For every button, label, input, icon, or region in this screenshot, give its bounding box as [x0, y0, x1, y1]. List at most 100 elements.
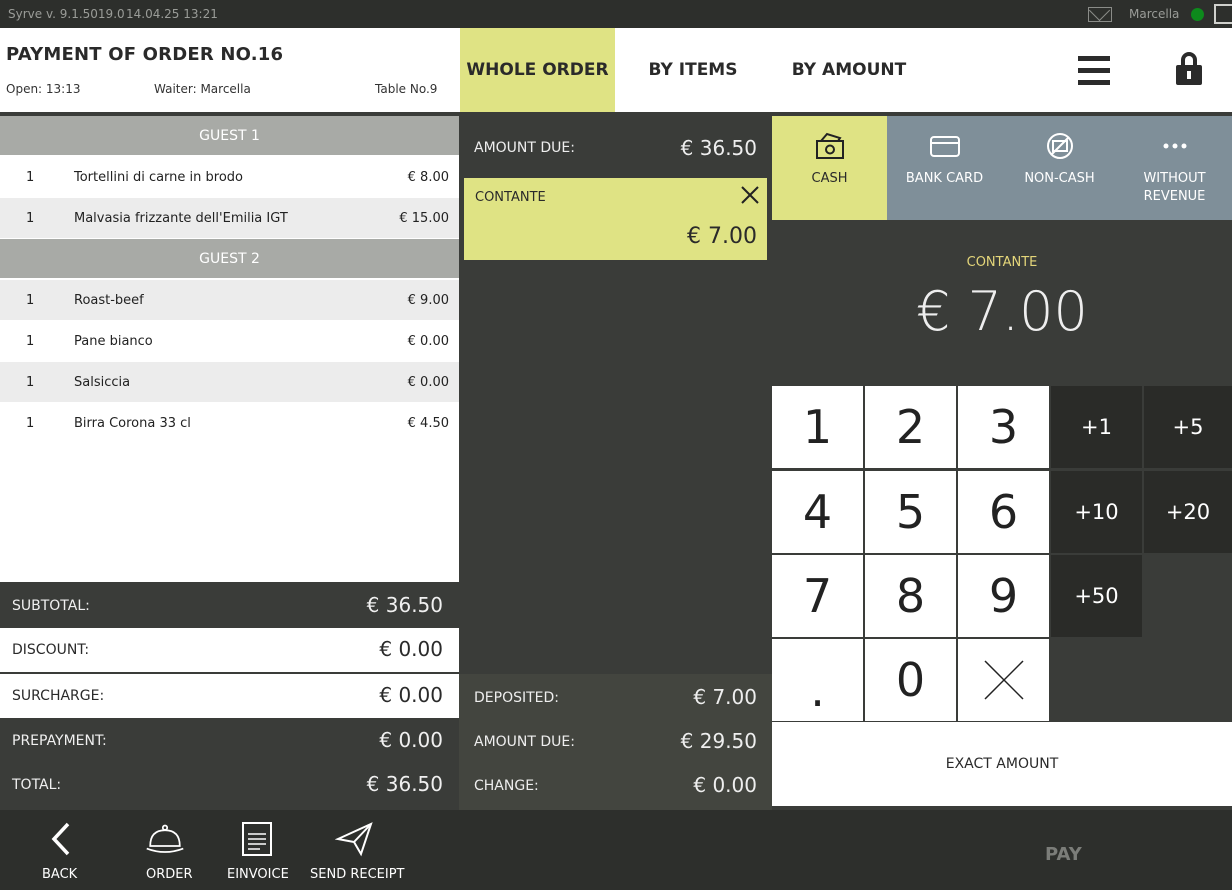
window-icon[interactable] — [1214, 4, 1232, 24]
pay-button[interactable]: PAY — [1045, 844, 1082, 865]
key-0[interactable]: 0 — [865, 639, 956, 721]
paytype-cash[interactable]: CASH — [772, 116, 887, 220]
key-6[interactable]: 6 — [958, 471, 1049, 553]
key-plus-50[interactable]: +50 — [1051, 555, 1142, 637]
paytype-label: CASH — [811, 171, 848, 186]
remaining-label: AMOUNT DUE: — [474, 734, 575, 750]
cloche-icon — [146, 824, 184, 853]
payment-entry[interactable]: CONTANTE € 7.00 — [464, 178, 767, 260]
close-icon[interactable] — [739, 184, 761, 206]
mail-icon[interactable] — [1088, 7, 1112, 22]
payment-summary: AMOUNT DUE: € 36.50 CONTANTE € 7.00 DEPO… — [459, 116, 772, 810]
paytype-without-revenue[interactable]: WITHOUT REVENUE — [1117, 116, 1232, 220]
list-item[interactable]: 1 Malvasia frizzante dell'Emilia IGT € 1… — [0, 198, 459, 238]
order-open-time: Open: 13:13 — [6, 82, 81, 96]
amount-display-value: € 7.00 — [916, 280, 1088, 343]
list-item[interactable]: 1 Roast-beef € 9.00 — [0, 280, 459, 320]
menu-icon[interactable] — [1078, 56, 1110, 86]
bottom-toolbar: BACK ORDER EINVOICE SEND RECEIPT PAY — [0, 810, 1232, 890]
surcharge-row[interactable]: SURCHARGE: € 0.00 — [0, 674, 459, 718]
tab-by-amount[interactable]: BY AMOUNT — [771, 28, 927, 112]
amount-due-value: € 36.50 — [680, 136, 757, 160]
key-9[interactable]: 9 — [958, 555, 1049, 637]
item-qty: 1 — [26, 334, 35, 349]
back-arrow-icon — [51, 822, 70, 856]
lock-icon[interactable] — [1176, 52, 1202, 86]
item-name: Pane bianco — [74, 334, 153, 349]
change-row: CHANGE: € 0.00 — [459, 762, 772, 806]
list-item[interactable]: 1 Pane bianco € 0.00 — [0, 321, 459, 361]
current-user: Marcella — [1129, 7, 1180, 21]
item-name: Birra Corona 33 cl — [74, 416, 191, 431]
guest-header[interactable]: GUEST 1 — [0, 116, 459, 155]
connection-status-icon — [1191, 8, 1204, 21]
exact-amount-button[interactable]: EXACT AMOUNT — [772, 722, 1232, 806]
paytype-label: NON-CASH — [1024, 171, 1095, 186]
item-name: Salsiccia — [74, 375, 131, 390]
key-plus-20[interactable]: +20 — [1144, 471, 1232, 553]
paytype-non-cash[interactable]: NON-CASH — [1002, 116, 1117, 220]
surcharge-label: SURCHARGE: — [12, 688, 105, 704]
key-2[interactable]: 2 — [865, 386, 956, 468]
paper-plane-icon — [335, 822, 373, 857]
order-button[interactable]: ORDER — [140, 810, 194, 890]
status-datetime: 14.04.25 13:21 — [126, 7, 218, 21]
status-bar: Syrve v. 9.1.5019.0 14.04.25 13:21 Marce… — [0, 0, 1232, 28]
back-button[interactable]: BACK — [38, 810, 80, 890]
send-receipt-label: SEND RECEIPT — [310, 867, 405, 882]
tab-whole-order[interactable]: WHOLE ORDER — [460, 28, 615, 112]
guest-header[interactable]: GUEST 2 — [0, 239, 459, 278]
item-name: Tortellini di carne in brodo — [74, 170, 243, 185]
back-label: BACK — [42, 867, 78, 882]
key-3[interactable]: 3 — [958, 386, 1049, 468]
discount-row[interactable]: DISCOUNT: € 0.00 — [0, 628, 459, 672]
item-price: € 4.50 — [407, 416, 449, 431]
deposit-summary: DEPOSITED: € 7.00 AMOUNT DUE: € 29.50 CH… — [459, 674, 772, 810]
key-8[interactable]: 8 — [865, 555, 956, 637]
paytype-bank-card[interactable]: BANK CARD — [887, 116, 1002, 220]
prepayment-value: € 0.00 — [379, 728, 443, 752]
einvoice-button[interactable]: EINVOICE — [226, 810, 289, 890]
total-row: TOTAL: € 36.50 — [0, 763, 459, 807]
bank-card-icon — [930, 136, 960, 157]
payment-types: CASH BANK CARD NON-CASH WITHOUT REVENUE — [772, 116, 1232, 220]
key-clear[interactable] — [958, 639, 1049, 721]
remaining-value: € 29.50 — [680, 729, 757, 753]
tab-by-items[interactable]: BY ITEMS — [615, 28, 771, 112]
cash-icon — [816, 132, 844, 159]
item-price: € 0.00 — [407, 334, 449, 349]
send-receipt-button[interactable]: SEND RECEIPT — [310, 810, 405, 890]
amount-due-label: AMOUNT DUE: — [474, 140, 575, 156]
key-4[interactable]: 4 — [772, 471, 863, 553]
subtotal-label: SUBTOTAL: — [12, 598, 90, 614]
order-header: PAYMENT OF ORDER NO.16 Open: 13:13 Waite… — [0, 28, 460, 112]
prepayment-label: PREPAYMENT: — [12, 733, 107, 749]
discount-label: DISCOUNT: — [12, 642, 90, 658]
item-qty: 1 — [26, 170, 35, 185]
key-plus-5[interactable]: +5 — [1144, 386, 1232, 468]
key-plus-1[interactable]: +1 — [1051, 386, 1142, 468]
deposited-label: DEPOSITED: — [474, 690, 559, 706]
discount-value: € 0.00 — [379, 637, 443, 661]
numeric-keypad: 1 2 3 +1 +5 4 5 6 +10 +20 7 8 9 +50 . 0 — [772, 386, 1232, 722]
order-label: ORDER — [146, 867, 193, 882]
prepayment-row: PREPAYMENT: € 0.00 — [0, 719, 459, 763]
amount-display: CONTANTE € 7.00 — [772, 220, 1232, 386]
order-table: Table No.9 — [375, 82, 438, 96]
key-5[interactable]: 5 — [865, 471, 956, 553]
item-price: € 8.00 — [407, 170, 449, 185]
order-waiter: Waiter: Marcella — [154, 82, 251, 96]
key-decimal[interactable]: . — [772, 639, 863, 721]
more-dots-icon — [1163, 143, 1187, 149]
key-1[interactable]: 1 — [772, 386, 863, 468]
list-item[interactable]: 1 Tortellini di carne in brodo € 8.00 — [0, 157, 459, 197]
key-7[interactable]: 7 — [772, 555, 863, 637]
key-plus-10[interactable]: +10 — [1051, 471, 1142, 553]
change-label: CHANGE: — [474, 778, 539, 794]
paytype-label: WITHOUT REVENUE — [1143, 171, 1206, 204]
list-item[interactable]: 1 Birra Corona 33 cl € 4.50 — [0, 403, 459, 443]
non-cash-icon — [1047, 133, 1073, 159]
page-title: PAYMENT OF ORDER NO.16 — [6, 44, 284, 65]
list-item[interactable]: 1 Salsiccia € 0.00 — [0, 362, 459, 402]
item-qty: 1 — [26, 416, 35, 431]
